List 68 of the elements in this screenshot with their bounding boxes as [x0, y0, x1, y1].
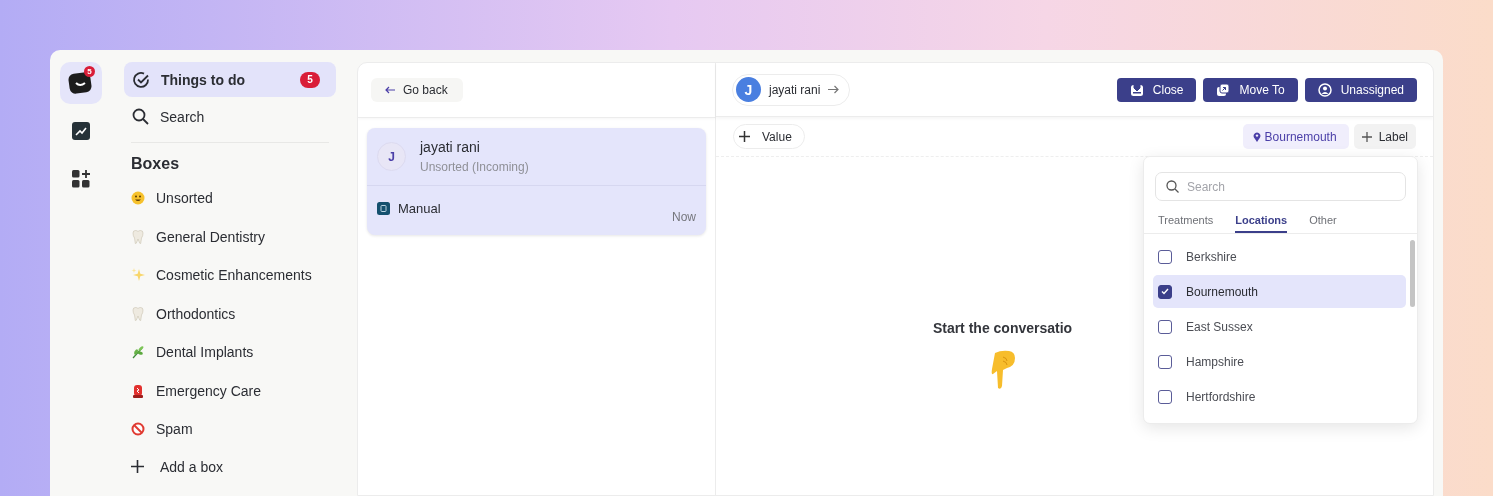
plus-icon — [739, 131, 750, 142]
nav-item[interactable]: Things to do 5 — [124, 62, 336, 97]
contact-chip[interactable]: J jayati rani — [732, 73, 851, 106]
chart-icon — [72, 122, 90, 140]
arrow-left-icon — [385, 86, 395, 94]
plus-icon — [131, 460, 144, 473]
add-label-button[interactable]: Label — [1353, 124, 1416, 149]
category-tab[interactable]: Other — [1309, 208, 1337, 233]
note-icon — [377, 202, 390, 215]
box-item[interactable]: General Dentistry — [124, 217, 336, 256]
smiley-icon — [131, 191, 145, 206]
prohibited-icon — [131, 422, 145, 437]
avatar: J — [736, 77, 761, 102]
box-item[interactable]: Cosmetic Enhancements — [124, 256, 336, 295]
tooth-icon — [131, 306, 145, 321]
conversation-card[interactable]: J jayati rani Unsorted (Incoming) Manual Now — [367, 128, 706, 235]
search-field[interactable]: Search — [1155, 172, 1406, 201]
search-icon — [1166, 180, 1179, 193]
checkbox[interactable] — [1158, 389, 1172, 404]
check-circle-icon — [132, 70, 150, 89]
label-tag[interactable]: Bournemouth — [1242, 124, 1349, 149]
user-circle-icon — [1317, 82, 1332, 97]
check-icon — [1161, 288, 1169, 295]
option-item[interactable]: Hertfordshire — [1153, 380, 1406, 413]
nav-item[interactable]: Search — [124, 99, 336, 134]
map-pin-icon — [1252, 131, 1261, 142]
empty-state-text: Start the conversatio — [932, 320, 1073, 336]
copy-icon — [1216, 82, 1231, 97]
move-button[interactable]: Move To — [1203, 77, 1298, 102]
box-item[interactable]: Unsorted — [124, 179, 336, 218]
contact-name: jayati rani — [420, 139, 481, 155]
box-item[interactable]: Spam — [124, 410, 336, 449]
scrollbar[interactable] — [1410, 240, 1415, 307]
checkbox[interactable] — [1158, 354, 1172, 369]
inbox-tray-icon — [1129, 82, 1144, 97]
checkbox[interactable] — [1158, 319, 1172, 334]
chat-bubble-icon — [68, 70, 94, 96]
category-tab[interactable]: Locations — [1235, 208, 1288, 233]
box-name: Unsorted (Incoming) — [420, 160, 529, 174]
siren-icon — [131, 383, 145, 398]
leaf-icon — [131, 345, 145, 360]
checkbox[interactable] — [1158, 284, 1172, 299]
box-item[interactable]: Dental Implants — [124, 333, 336, 372]
checkbox[interactable] — [1158, 249, 1172, 264]
search-icon — [132, 108, 149, 125]
tooth-icon — [131, 229, 145, 244]
timestamp: Now — [672, 210, 696, 224]
assign-button[interactable]: Unassigned — [1304, 77, 1417, 102]
option-item[interactable]: Berkshire — [1153, 240, 1406, 273]
option-item[interactable]: East Sussex — [1153, 310, 1406, 343]
add-value-button[interactable]: Value — [733, 124, 805, 149]
notification-badge: 5 — [84, 66, 95, 77]
section-title: Boxes — [131, 155, 181, 173]
count-badge: 5 — [300, 71, 320, 88]
plus-icon — [1361, 131, 1372, 142]
category-tab[interactable]: Treatments — [1158, 208, 1214, 233]
source-label: Manual — [398, 201, 442, 216]
option-item[interactable]: Hampshire — [1153, 345, 1406, 378]
arrow-right-icon — [828, 85, 840, 94]
app-logo-button[interactable]: 5 — [60, 62, 102, 104]
box-item[interactable]: Emergency Care — [124, 371, 336, 410]
option-item[interactable]: Bournemouth — [1153, 275, 1406, 308]
close-button[interactable]: Close — [1116, 77, 1197, 102]
apps-add-icon — [72, 170, 90, 188]
add-box-button[interactable]: Add a box — [124, 448, 336, 485]
back-button[interactable]: Go back — [371, 78, 463, 102]
avatar: J — [377, 142, 406, 171]
box-item[interactable]: Orthodontics — [124, 294, 336, 333]
